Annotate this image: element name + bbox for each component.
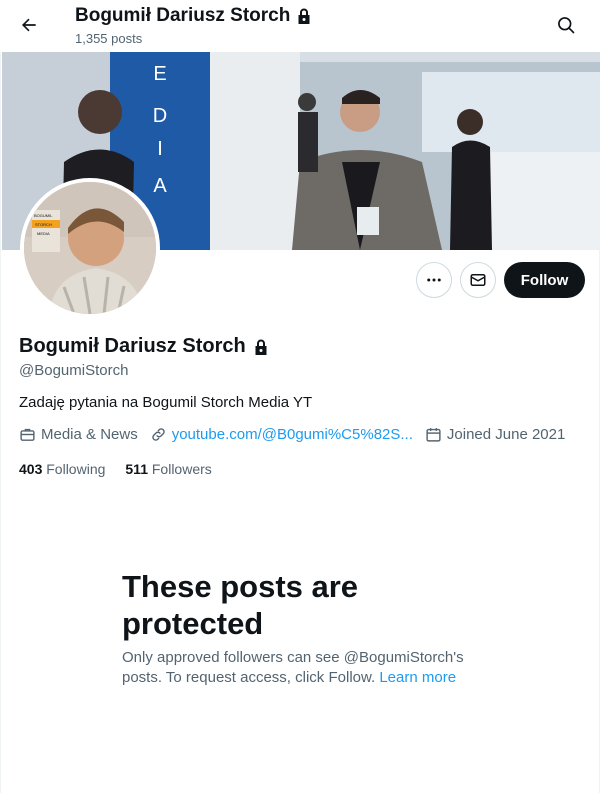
avatar-badge-text: MEDIA — [37, 231, 50, 236]
message-button[interactable] — [460, 262, 496, 298]
profile-joined-label: Joined June 2021 — [446, 426, 566, 443]
header-name: Bogumił Dariusz Storch — [75, 5, 291, 26]
profile-website-link[interactable]: youtube.com/@B0gumi%C5%82S... — [172, 426, 413, 443]
followers-link[interactable]: 511 Followers — [125, 461, 211, 477]
banner-sign-letter: E — [153, 63, 166, 85]
lock-icon — [298, 8, 310, 24]
arrow-left-icon — [21, 18, 36, 32]
followers-label: Followers — [151, 461, 212, 477]
calendar-icon — [426, 428, 441, 442]
profile-meta: Media & News youtube.com/@B0gumi%C5%82S.… — [19, 426, 577, 443]
lock-icon — [255, 339, 267, 355]
back-button[interactable] — [12, 8, 46, 42]
header-title: Bogumił Dariusz Storch — [75, 5, 312, 27]
followers-count: 511 — [125, 461, 148, 477]
profile-joined: Joined June 2021 — [425, 426, 565, 443]
avatar-badge-text: STORCH — [35, 222, 52, 227]
profile-category: Media & News — [19, 426, 138, 443]
profile-category-label: Media & News — [41, 426, 138, 443]
profile-counts: 403 Following 511 Followers — [19, 461, 212, 477]
briefcase-icon — [20, 428, 35, 441]
profile-name: Bogumił Dariusz Storch — [19, 335, 246, 357]
banner-sign-letter: D — [153, 105, 167, 127]
avatar-badge-text: BOGUMIL — [34, 213, 53, 218]
top-bar: Bogumił Dariusz Storch 1,355 posts — [0, 0, 600, 52]
banner-sign-letter: I — [157, 138, 163, 160]
avatar-photo: BOGUMIL STORCH MEDIA — [24, 182, 156, 314]
protected-message: Only approved followers can see @BogumiS… — [122, 648, 482, 688]
search-icon — [558, 17, 575, 34]
following-link[interactable]: 403 Following — [19, 461, 105, 477]
search-button[interactable] — [549, 8, 583, 42]
follow-button[interactable]: Follow — [504, 262, 585, 298]
following-count: 403 — [19, 461, 43, 477]
more-button[interactable] — [416, 262, 452, 298]
profile-handle: @BogumiStorch — [19, 362, 129, 379]
protected-title: These posts are protected — [122, 569, 359, 641]
profile-avatar[interactable]: BOGUMIL STORCH MEDIA — [20, 178, 160, 318]
profile-website[interactable]: youtube.com/@B0gumi%C5%82S... — [150, 426, 413, 443]
banner-sign-letter: A — [153, 175, 167, 197]
header-post-count: 1,355 posts — [75, 31, 143, 46]
learn-more-link[interactable]: Learn more — [379, 669, 456, 686]
profile-name-row: Bogumił Dariusz Storch — [19, 335, 269, 358]
profile-bio: Zadaję pytania na Bogumil Storch Media Y… — [19, 394, 313, 411]
envelope-icon — [470, 274, 486, 286]
link-icon — [151, 428, 165, 441]
more-horizontal-icon — [427, 278, 441, 282]
following-label: Following — [46, 461, 106, 477]
